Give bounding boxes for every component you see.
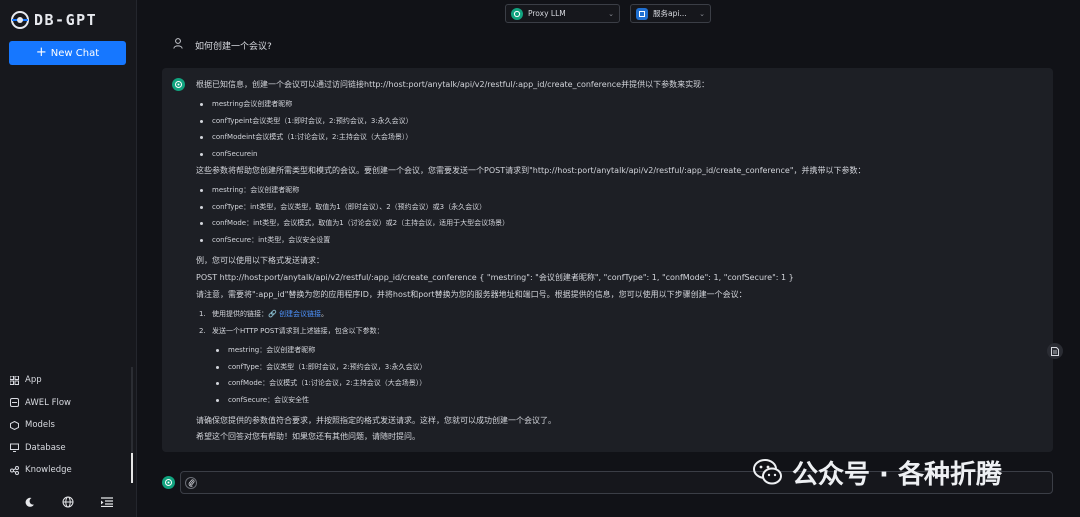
sidebar-scrollbar-thumb[interactable] bbox=[131, 453, 133, 483]
param-list-3: mestring：会议创建者昵称 confType：会议类型（1:即时会议，2:… bbox=[212, 342, 1046, 408]
brand-name: DB-GPT bbox=[34, 11, 98, 29]
list-item: confSecure：会议安全性 bbox=[212, 392, 1046, 409]
wechat-watermark: 公众号 · 各种折腾 bbox=[752, 452, 1002, 492]
new-chat-label: New Chat bbox=[50, 47, 100, 59]
app-select-value: 服务api... bbox=[653, 9, 687, 18]
chevron-down-icon: ⌄ bbox=[608, 9, 614, 18]
step-item: 1. 使用提供的链接：🔗 创建会议链接。 bbox=[199, 310, 328, 318]
new-chat-button[interactable]: + New Chat bbox=[9, 41, 126, 65]
list-item: confSecurein bbox=[196, 146, 1046, 163]
list-item: confMode：int类型，会议模式，取值为1（讨论会议）或2（主持会议，适用… bbox=[196, 215, 1046, 232]
sidebar-item-label: App bbox=[25, 375, 42, 386]
sidebar-item-knowledge[interactable]: Knowledge bbox=[8, 459, 132, 482]
flow-icon bbox=[9, 398, 19, 408]
paperclip-icon[interactable] bbox=[185, 477, 197, 489]
model-select-value: Proxy LLM bbox=[528, 9, 566, 18]
sidebar-item-label: AWEL Flow bbox=[25, 397, 71, 408]
logo[interactable]: DB-GPT bbox=[8, 9, 128, 31]
app-grid-icon bbox=[9, 375, 19, 385]
assistant-avatar-icon bbox=[162, 476, 175, 489]
wechat-icon bbox=[753, 459, 782, 485]
list-item: confType：int类型，会议类型，取值为1（即时会议）、2（预约会议）或3… bbox=[196, 199, 1046, 216]
sidebar-item-awel-flow[interactable]: AWEL Flow bbox=[8, 392, 132, 415]
answer-paragraph: 例，您可以使用以下格式发送请求： bbox=[196, 256, 324, 265]
sidebar-item-label: Database bbox=[25, 442, 66, 453]
list-item: confType：会议类型（1:即时会议，2:预约会议，3:永久会议） bbox=[212, 359, 1046, 376]
step-item: 2. 发送一个HTTP POST请求到上述链接，包含以下参数： bbox=[199, 327, 384, 335]
answer-paragraph: 请确保您提供的参数值符合要求，并按照指定的格式发送请求。这样，您就可以成功创建一… bbox=[196, 416, 556, 425]
plus-icon: + bbox=[35, 45, 47, 60]
user-message: 如何创建一个会议? bbox=[173, 38, 272, 52]
sidebar-item-label: Models bbox=[25, 420, 55, 431]
step-text: 使用提供的链接： bbox=[212, 310, 268, 318]
list-item: confMode：会议模式（1:讨论会议，2:主持会议（大会场景）） bbox=[212, 375, 1046, 392]
list-item: mestring：会议创建者昵称 bbox=[196, 182, 1046, 199]
chevron-down-icon: ⌄ bbox=[699, 9, 705, 18]
sidebar-item-label: Knowledge bbox=[25, 465, 72, 476]
sidebar: DB-GPT + New Chat App AWEL Flow Models D… bbox=[0, 0, 137, 517]
list-item: confModeint会议模式（1:讨论会议，2:主持会议（大会场景）） bbox=[196, 129, 1046, 146]
assistant-avatar-icon bbox=[172, 78, 185, 91]
model-select[interactable]: Proxy LLM ⌄ bbox=[505, 4, 620, 23]
openai-icon bbox=[511, 7, 523, 20]
step-text-suffix: 。 bbox=[320, 310, 328, 318]
watermark-text: 公众号 · 各种折腾 bbox=[792, 459, 1002, 490]
list-item: mestring会议创建者昵称 bbox=[196, 96, 1046, 113]
assistant-message-content: 根据已知信息，创建一个会议可以通过访问链接http://host:port/an… bbox=[196, 79, 1046, 444]
moon-icon[interactable] bbox=[24, 497, 35, 508]
answer-intro: 根据已知信息，创建一个会议可以通过访问链接http://host:port/an… bbox=[196, 80, 710, 89]
answer-paragraph: 这些参数将帮助您创建所需类型和模式的会议。要创建一个会议，您需要发送一个POST… bbox=[196, 166, 866, 175]
param-list-2: mestring：会议创建者昵称 confType：int类型，会议类型，取值为… bbox=[196, 182, 1046, 248]
app-select[interactable]: 服务api... ⌄ bbox=[630, 4, 711, 23]
user-message-text: 如何创建一个会议? bbox=[195, 41, 272, 52]
answer-paragraph: 希望这个回答对您有帮助！如果您还有其他问题，请随时提问。 bbox=[196, 432, 420, 441]
sidebar-nav: App AWEL Flow Models Database Knowledge bbox=[8, 369, 132, 482]
user-icon bbox=[173, 38, 183, 52]
document-icon[interactable] bbox=[1047, 343, 1063, 359]
answer-paragraph: POST http://host:port/anytalk/api/v2/res… bbox=[196, 273, 794, 282]
sidebar-item-models[interactable]: Models bbox=[8, 414, 132, 437]
list-item: confTypeint会议类型（1:即时会议，2:预约会议，3:永久会议） bbox=[196, 113, 1046, 130]
collapse-menu-icon[interactable] bbox=[101, 497, 114, 507]
create-conference-link[interactable]: 创建会议链接 bbox=[279, 310, 321, 318]
sidebar-item-database[interactable]: Database bbox=[8, 437, 132, 460]
assistant-message: 根据已知信息，创建一个会议可以通过访问链接http://host:port/an… bbox=[162, 68, 1053, 452]
step-text: 发送一个HTTP POST请求到上述链接，包含以下参数： bbox=[212, 327, 384, 335]
answer-paragraph: 请注意，需要将":app_id"替换为您的应用程序ID，并将host和port替… bbox=[196, 290, 747, 299]
db-gpt-logo-icon bbox=[8, 9, 32, 31]
link-icon: 🔗 bbox=[268, 310, 279, 318]
knowledge-icon bbox=[9, 465, 19, 475]
param-list-1: mestring会议创建者昵称 confTypeint会议类型（1:即时会议，2… bbox=[196, 96, 1046, 162]
list-item: confSecure：int类型，会议安全设置 bbox=[196, 232, 1046, 249]
globe-icon[interactable] bbox=[62, 496, 74, 508]
sidebar-bottom-toolbar bbox=[0, 494, 137, 510]
list-item: mestring：会议创建者昵称 bbox=[212, 342, 1046, 359]
app-service-icon bbox=[636, 7, 648, 20]
models-icon bbox=[9, 420, 19, 430]
database-icon bbox=[9, 443, 19, 453]
sidebar-item-app[interactable]: App bbox=[8, 369, 132, 392]
